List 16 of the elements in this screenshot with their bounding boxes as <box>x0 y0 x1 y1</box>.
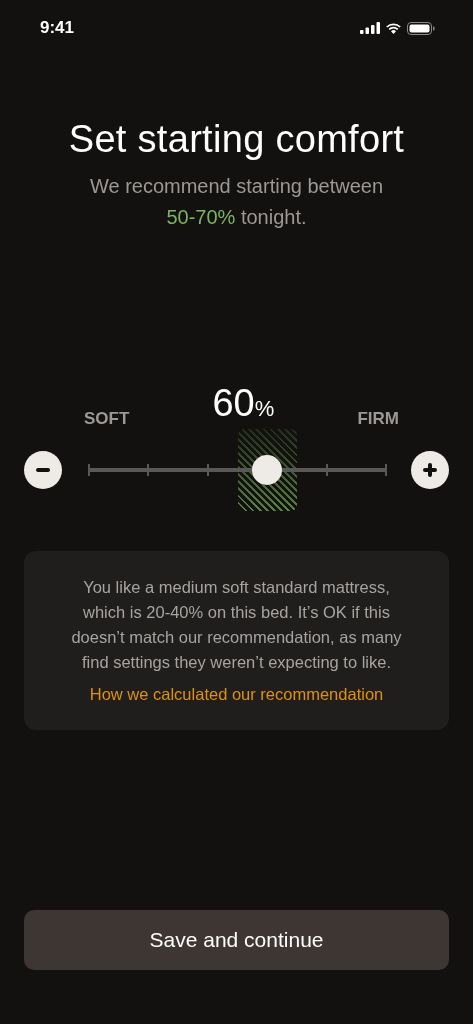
screen-title: Set starting comfort <box>67 118 406 161</box>
battery-icon <box>407 21 435 35</box>
soft-label: SOFT <box>84 409 130 430</box>
decrease-button[interactable] <box>24 451 62 489</box>
wifi-icon <box>385 22 402 34</box>
plus-icon <box>422 462 438 478</box>
save-button[interactable]: Save and continue <box>24 910 449 970</box>
comfort-value: 60% <box>212 383 275 426</box>
increase-button[interactable] <box>411 451 449 489</box>
slider-thumb[interactable] <box>252 455 283 485</box>
signal-icon <box>360 22 380 34</box>
status-time: 9:41 <box>40 18 75 38</box>
firm-label: FIRM <box>357 409 399 430</box>
info-text: You like a medium soft standard mattress, which is 20-40% on this bed. It’s OK if this doesn’t match our recommendation, as many find settings they weren’t expecting to like. <box>70 577 403 673</box>
recommendation-link[interactable]: How we calculated our recommendation <box>89 685 384 704</box>
recommendation-text: We recommend starting between 50-70% tonight. <box>88 174 385 230</box>
